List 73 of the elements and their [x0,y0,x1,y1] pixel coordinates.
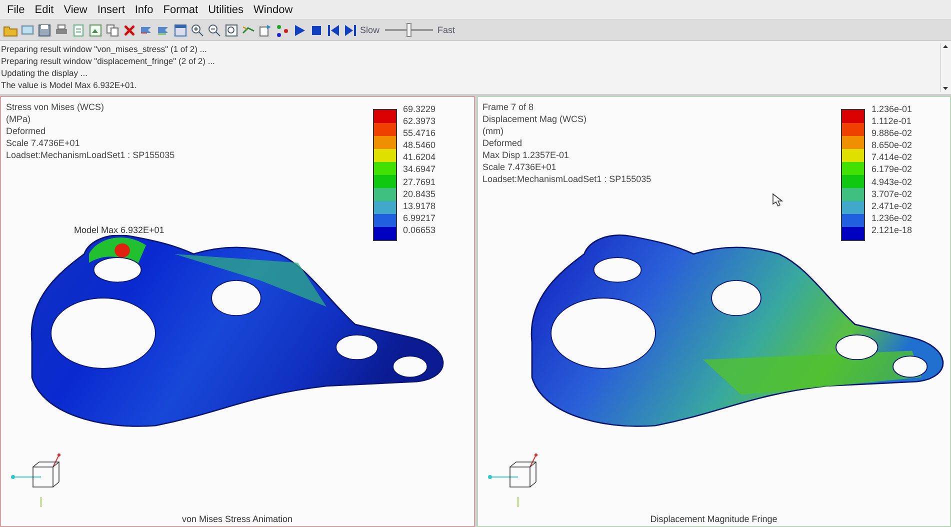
menu-item[interactable]: File [2,4,30,16]
legend-value: 1.236e-02 [871,212,912,224]
axis-triad-drawing [488,454,537,508]
legend-value: 8.650e-02 [871,139,912,152]
model-max-label: Model Max 6.932E+01 [74,225,164,235]
image-icon[interactable] [88,22,103,38]
copy-icon[interactable] [105,22,120,38]
scroll-up-icon[interactable] [942,43,948,50]
zoom-in-icon[interactable] [190,22,205,38]
result-info-text: Max Disp 1.2357E-01 [482,149,570,161]
result-info-text: Stress von Mises (WCS) [6,101,104,113]
slow-label: Slow [360,25,380,35]
result-info-text: Scale 7.4736E+01 [482,161,556,173]
legend-value: 48.5460 [402,139,436,152]
menu-item[interactable]: Utilities [203,4,249,16]
window-icon[interactable] [173,22,188,38]
menu-item[interactable]: Format [158,4,204,16]
menu-item[interactable]: Info [130,4,158,16]
result-info-text: Deformed [6,125,46,137]
legend-value: 13.9178 [402,200,436,212]
scrollbar[interactable] [940,43,949,92]
slider-thumb[interactable] [406,23,412,37]
delete-icon[interactable] [122,22,137,38]
legend-value: 7.414e-02 [871,151,912,164]
legend-value: 55.4716 [402,127,436,140]
play-icon[interactable] [292,22,307,38]
result-info-text: Frame 7 of 8 [482,101,534,113]
zoom-out-icon[interactable] [207,22,222,38]
view-caption: Displacement Magnitude Fringe [650,514,778,524]
result-info-text: Displacement Mag (WCS) [482,113,587,125]
document-icon[interactable] [71,22,86,38]
axis-triad-drawing [11,454,60,508]
scroll-down-icon[interactable] [942,85,948,92]
result-info-text: Loadset:MechanismLoadSet1 : SP155035 [6,149,175,161]
menu-item[interactable]: Insert [92,4,130,16]
legend-value: 4.943e-02 [871,176,912,188]
legend-value: 34.6947 [402,163,436,176]
result-viewport[interactable] [0,96,474,527]
result-info-text: Deformed [482,137,522,149]
message-line: Preparing result window "von_mises_stress" (1 of 2) ... [1,43,207,55]
result-info-text: (MPa) [6,113,30,125]
message-line: Preparing result window "displacement_fringe" (2 of 2) ... [1,55,215,67]
message-line: The value is Model Max 6.932E+01. [1,79,137,91]
menu-item[interactable]: Window [248,4,298,16]
result-info-text: (mm) [482,125,504,137]
mouse-pointer-icon [772,193,783,207]
menu-item[interactable]: View [58,4,92,16]
view-caption: von Mises Stress Animation [182,514,293,524]
legend-value: 1.112e-01 [871,115,912,128]
legend-value: 3.707e-02 [871,188,912,200]
message-line: Updating the display ... [1,67,88,79]
legend-value: 69.3229 [402,103,436,116]
legend-value: 9.886e-02 [871,127,912,140]
legend-value: 20.8435 [402,188,436,200]
fast-label: Fast [438,25,456,35]
result-viewport[interactable] [476,96,951,527]
monitor-icon[interactable] [20,22,35,38]
result-info-text: Loadset:MechanismLoadSet1 : SP155035 [482,173,652,185]
legend-value: 6.179e-02 [871,163,912,176]
save-icon[interactable] [37,22,52,38]
last-frame-icon[interactable] [343,22,358,38]
legend-value: 1.236e-01 [871,103,912,116]
legend-value: 0.06653 [402,224,436,236]
zoom-fit-icon[interactable] [224,22,239,38]
legend-value: 62.3973 [402,115,436,128]
legend-value: 2.471e-02 [871,200,912,212]
legend-value: 41.6204 [402,151,436,164]
legend-value: 2.121e-18 [871,224,912,236]
menu-item[interactable]: Edit [30,4,59,16]
result-info-text: Scale 7.4736E+01 [6,137,80,149]
legend-value: 27.7691 [402,176,436,188]
first-frame-icon[interactable] [326,22,341,38]
legend-value: 6.99217 [402,212,436,224]
